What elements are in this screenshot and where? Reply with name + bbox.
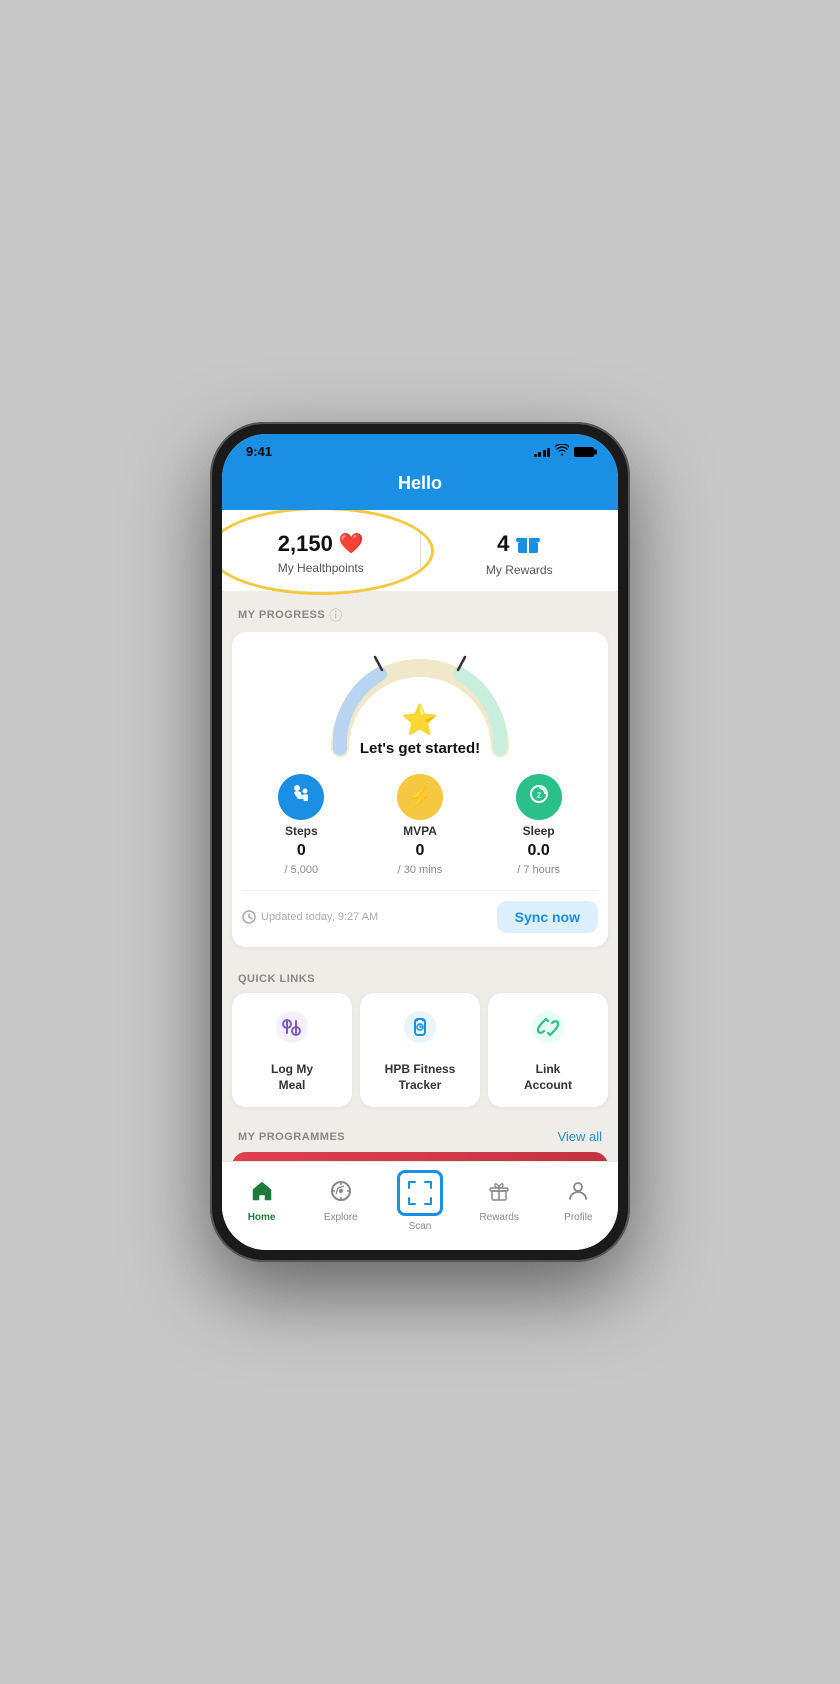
mvpa-target: / 30 mins (398, 864, 443, 876)
nav-scan[interactable]: Scan (390, 1170, 450, 1232)
sleep-icon: z (527, 782, 551, 812)
phone-frame: 9:41 (210, 422, 630, 1262)
rewards-nav-label: Rewards (479, 1212, 518, 1223)
metrics-row: Steps 0 / 5,000 ⚡ MVPA 0 / 30 mins (242, 774, 598, 876)
explore-icon (329, 1179, 353, 1209)
scan-icon (406, 1179, 434, 1207)
sleep-metric[interactable]: z Sleep 0.0 / 7 hours (516, 774, 562, 876)
nav-profile[interactable]: Profile (548, 1179, 608, 1223)
quick-links-title: QUICK LINKS (238, 973, 315, 985)
steps-label: Steps (285, 824, 318, 838)
scan-label: Scan (409, 1221, 432, 1232)
profile-icon (566, 1179, 590, 1209)
sync-row: Updated today, 9:27 AM Sync now (242, 890, 598, 933)
healthpoints-value-row: 2,150 ❤️ (278, 531, 364, 557)
quick-links-header: QUICK LINKS (222, 959, 618, 993)
svg-text:z: z (536, 790, 541, 801)
scan-frame-icon (397, 1170, 443, 1216)
header-title: Hello (398, 473, 442, 493)
progress-card: ⭐ Let's get started! (232, 632, 608, 947)
healthpoints-number: 2,150 (278, 531, 333, 557)
fitness-tracker-card[interactable]: HPB FitnessTracker (360, 993, 480, 1107)
steps-icon (290, 783, 312, 811)
steps-metric[interactable]: Steps 0 / 5,000 (278, 774, 324, 876)
log-meal-card[interactable]: Log MyMeal (232, 993, 352, 1107)
healthpoints-stat[interactable]: 2,150 ❤️ My Healthpoints (222, 513, 420, 589)
status-icons (534, 444, 595, 459)
status-bar: 9:41 (222, 434, 618, 465)
star-icon: ⭐ (320, 703, 520, 738)
rewards-icon (487, 1179, 511, 1209)
sleep-icon-circle: z (516, 774, 562, 820)
nav-rewards[interactable]: Rewards (469, 1179, 529, 1223)
quick-links-grid: Log MyMeal HPB Fitn (222, 993, 618, 1119)
log-meal-label: Log MyMeal (271, 1062, 313, 1093)
healthpoints-label: My Healthpoints (278, 561, 364, 575)
scroll-content: 2,150 ❤️ My Healthpoints 4 (222, 510, 618, 1161)
link-account-card[interactable]: LinkAccount (488, 993, 608, 1107)
programmes-title: MY PROGRAMMES (238, 1131, 345, 1143)
rewards-value-row: 4 (497, 528, 541, 559)
home-label: Home (248, 1212, 276, 1223)
steps-icon-circle (278, 774, 324, 820)
progress-main-label: Let's get started! (360, 740, 480, 757)
steps-target: / 5,000 (285, 864, 319, 876)
mvpa-metric[interactable]: ⚡ MVPA 0 / 30 mins (397, 774, 443, 876)
progress-section-header: MY PROGRESS ⓘ (222, 591, 618, 632)
home-icon (250, 1179, 274, 1209)
signal-icon (534, 447, 551, 457)
explore-label: Explore (324, 1212, 358, 1223)
nav-explore[interactable]: Explore (311, 1179, 371, 1223)
rewards-number: 4 (497, 531, 509, 557)
phone-screen: 9:41 (222, 434, 618, 1250)
link-account-label: LinkAccount (524, 1062, 572, 1093)
mvpa-value: 0 (416, 842, 425, 860)
log-meal-icon (274, 1009, 310, 1052)
programme-preview-card[interactable]: 🏆 (232, 1152, 608, 1161)
sync-now-button[interactable]: Sync now (497, 901, 598, 933)
view-all-button[interactable]: View all (557, 1129, 602, 1144)
arc-center: ⭐ Let's get started! (320, 703, 520, 758)
rewards-label: My Rewards (486, 563, 553, 577)
heart-icon: ❤️ (339, 531, 364, 556)
steps-value: 0 (297, 842, 306, 860)
app-header: Hello (222, 465, 618, 510)
fitness-tracker-icon (402, 1009, 438, 1052)
mvpa-icon-circle: ⚡ (397, 774, 443, 820)
gift-icon (515, 528, 541, 559)
status-time: 9:41 (246, 444, 272, 459)
fitness-tracker-label: HPB FitnessTracker (385, 1062, 456, 1093)
bottom-nav: Home Explore (222, 1161, 618, 1250)
sleep-value: 0.0 (528, 842, 550, 860)
sleep-target: / 7 hours (517, 864, 560, 876)
battery-icon (574, 447, 594, 457)
progress-section-title: MY PROGRESS (238, 609, 325, 621)
sleep-label: Sleep (523, 824, 555, 838)
profile-label: Profile (564, 1212, 592, 1223)
nav-home[interactable]: Home (232, 1179, 292, 1223)
clock-icon (242, 910, 256, 924)
mvpa-label: MVPA (403, 824, 437, 838)
sync-time: Updated today, 9:27 AM (242, 910, 378, 924)
arc-container: ⭐ Let's get started! (320, 648, 520, 758)
rewards-stat[interactable]: 4 My Rewards (421, 510, 619, 591)
mvpa-icon: ⚡ (408, 785, 433, 810)
link-account-icon (530, 1009, 566, 1052)
wifi-icon (555, 444, 569, 459)
programmes-header: MY PROGRAMMES View all (222, 1119, 618, 1152)
stats-card: 2,150 ❤️ My Healthpoints 4 (222, 510, 618, 591)
info-icon[interactable]: ⓘ (329, 605, 342, 624)
